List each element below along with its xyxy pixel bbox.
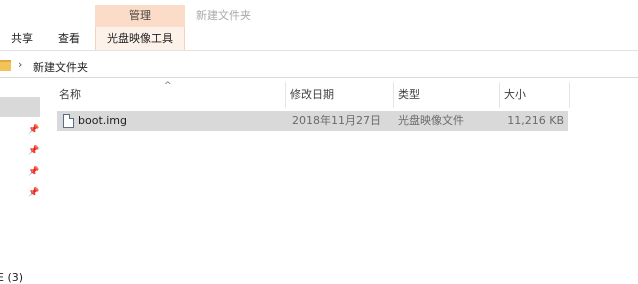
nav-drive-label[interactable]: E (3) [0,271,23,284]
disc-image-file-icon [63,114,74,128]
file-name: boot.img [78,114,128,127]
column-header-date[interactable]: 修改日期 [286,82,394,108]
pin-icon: 📌 [28,188,40,198]
tab-share[interactable]: 共享 [0,27,44,50]
address-bar[interactable] [0,54,638,78]
sort-ascending-icon: ^ [164,81,172,91]
breadcrumb-chevron[interactable]: › [18,58,22,71]
tab-disc-image-tools[interactable]: 光盘映像工具 [95,27,185,50]
file-type: 光盘映像文件 [398,114,464,127]
file-size: 11,216 KB [507,114,564,127]
column-header-type[interactable]: 类型 [394,82,500,108]
window-title: 新建文件夹 [196,9,251,22]
pin-icon: 📌 [28,125,40,135]
column-header-size[interactable]: 大小 [500,82,570,108]
file-row[interactable]: boot.img 2018年11月27日 光盘映像文件 11,216 KB [57,111,568,131]
manage-context-group: 管理 [95,5,185,27]
file-date: 2018年11月27日 [292,114,381,127]
pin-icon: 📌 [28,167,40,177]
tab-view[interactable]: 查看 [44,27,94,50]
ribbon-tabs: 管理 新建文件夹 共享 查看 光盘映像工具 [0,0,638,50]
nav-selected-item[interactable] [0,97,40,117]
pin-icon: 📌 [28,146,40,156]
ribbon-divider [0,50,638,51]
breadcrumb-item[interactable]: 新建文件夹 [33,59,88,75]
folder-icon [0,60,11,71]
